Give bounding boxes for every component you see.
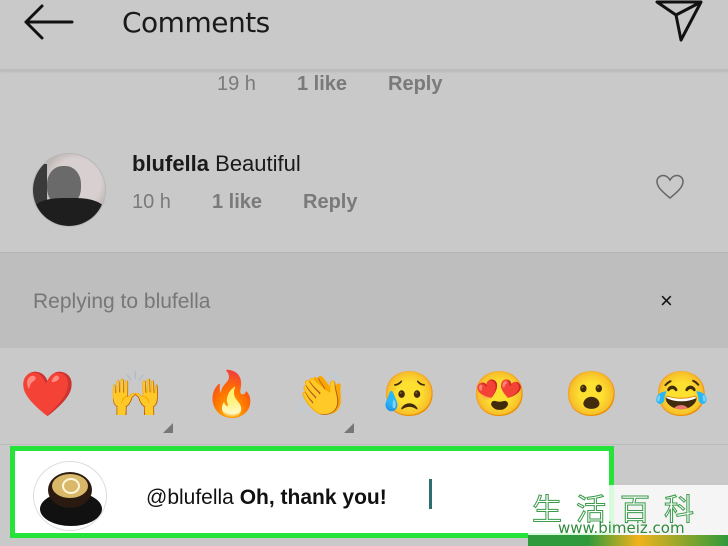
comment-username[interactable]: blufella (132, 151, 209, 176)
emoji-clapping-hands[interactable]: 👏 (294, 370, 349, 420)
arrow-left-icon[interactable] (22, 4, 74, 40)
emoji-raising-hands[interactable]: 🙌 (108, 370, 163, 420)
typed-text: Oh, thank you! (239, 486, 387, 509)
emoji-tears-of-joy-face[interactable]: 😂 (654, 370, 709, 420)
comment-likes[interactable]: 1 like (297, 73, 347, 95)
emoji-sad-tear-face[interactable]: 😥 (382, 370, 437, 420)
paper-plane-icon[interactable] (654, 0, 704, 42)
comment-likes[interactable]: 1 like (212, 191, 262, 213)
previous-comment-meta: 19 h (217, 73, 256, 96)
avatar (33, 461, 107, 531)
variants-indicator (344, 423, 354, 433)
text-cursor (429, 479, 432, 509)
close-icon[interactable]: × (660, 288, 673, 314)
reply-button[interactable]: Reply (303, 191, 357, 213)
comment-time: 19 h (217, 73, 256, 95)
avatar[interactable] (32, 153, 106, 227)
emoji-surprised-face[interactable]: 😮 (564, 370, 619, 420)
variants-indicator (163, 423, 173, 433)
emoji-red-heart[interactable]: ❤️ (20, 370, 75, 420)
watermark: 生活百科 www.bimeiz.com (528, 485, 728, 546)
mention-text: @blufella (146, 486, 234, 509)
emoji-heart-eyes-face[interactable]: 😍 (472, 370, 527, 420)
watermark-url: www.bimeiz.com (558, 519, 685, 537)
comment-input-value[interactable]: @blufella Oh, thank you! (146, 486, 387, 510)
emoji-fire[interactable]: 🔥 (204, 370, 259, 420)
heart-outline-icon[interactable] (656, 174, 684, 200)
watermark-swoosh (528, 535, 728, 546)
top-bar: Comments (0, 0, 728, 71)
comment-body: Beautiful (215, 151, 301, 176)
reply-button[interactable]: Reply (388, 73, 442, 95)
comment-text: blufella Beautiful (132, 151, 301, 177)
replying-to-text: Replying to blufella (33, 290, 211, 313)
page-title: Comments (122, 6, 270, 39)
comment-time: 10 h (132, 191, 171, 213)
